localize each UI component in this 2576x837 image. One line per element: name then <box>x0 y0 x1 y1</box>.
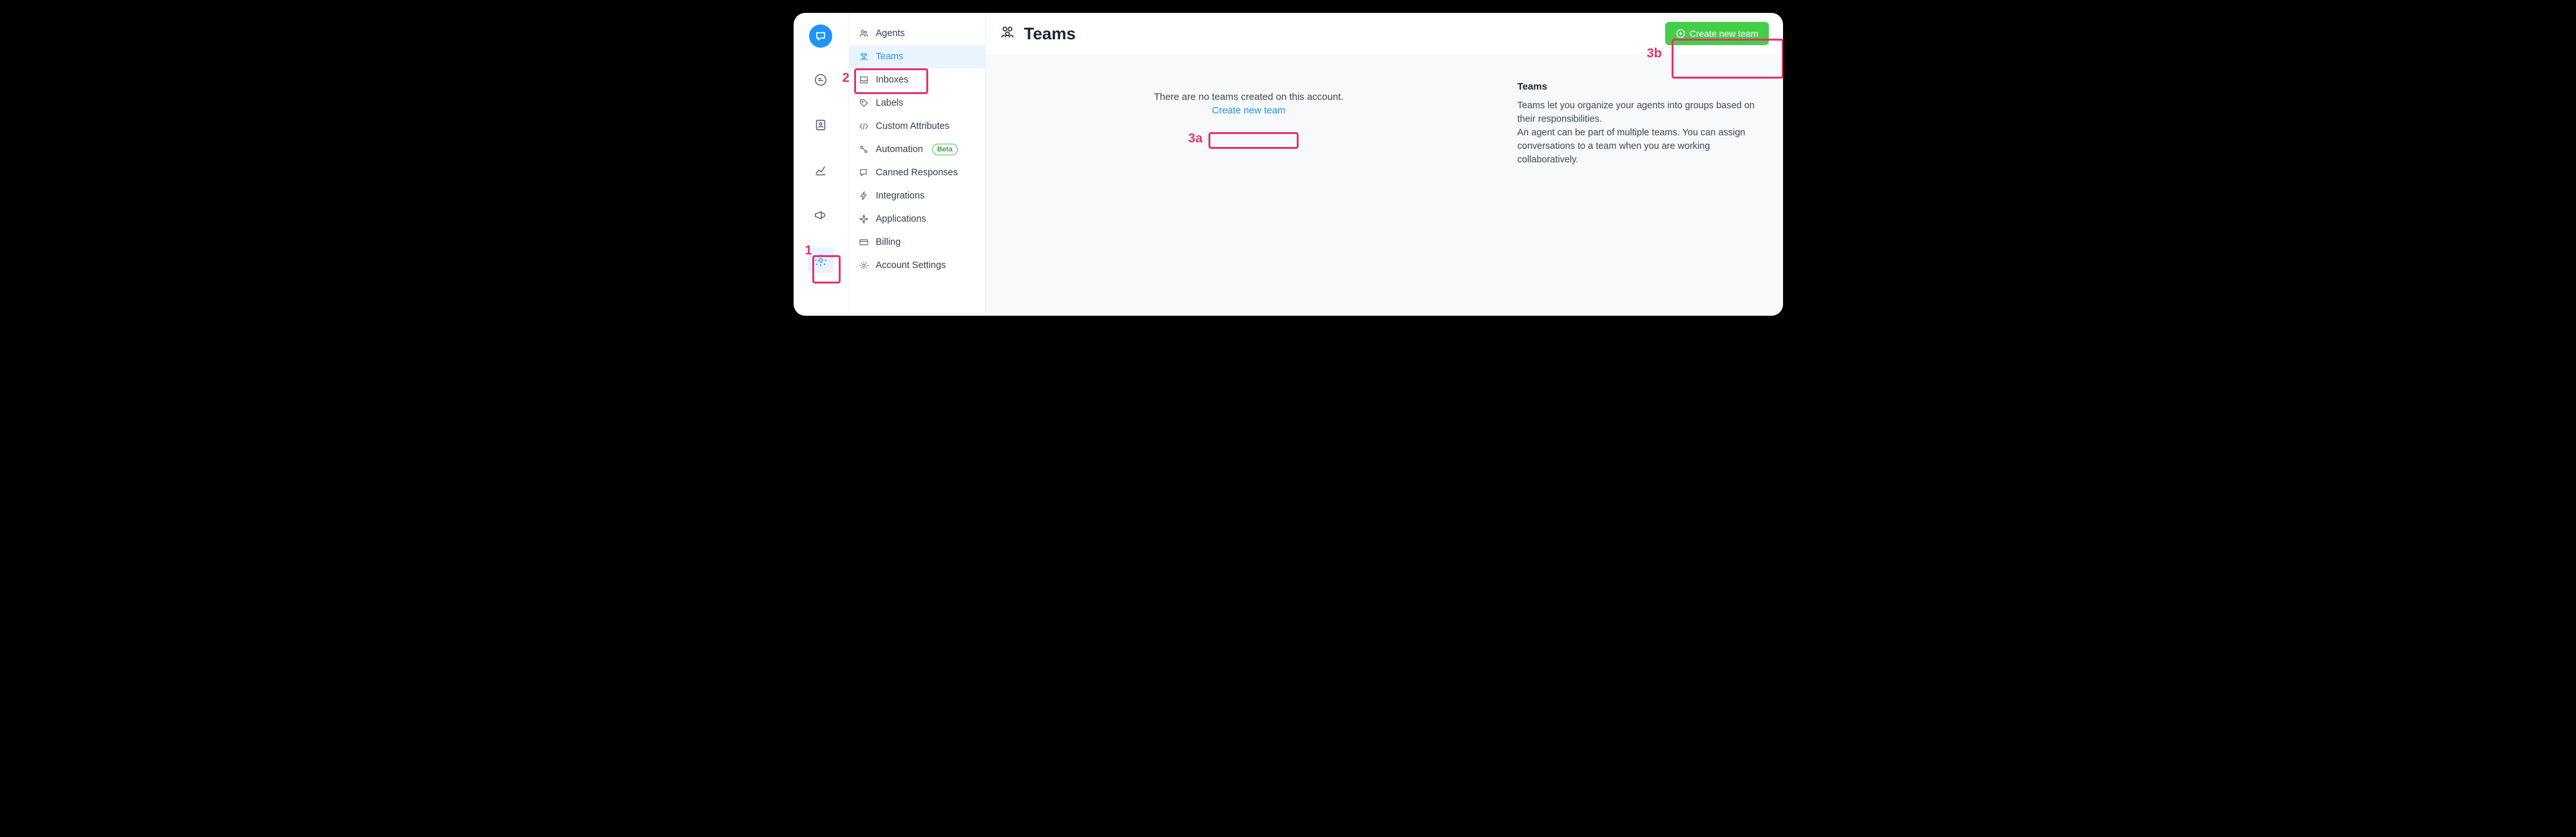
sidebar-item-label: Agents <box>876 28 905 39</box>
gear-icon <box>814 253 828 267</box>
beta-badge: Beta <box>932 144 958 155</box>
sidebar-item-label: Labels <box>876 98 904 108</box>
sidebar-item-inboxes[interactable]: Inboxes <box>849 68 985 91</box>
contact-book-icon <box>814 118 828 132</box>
bolt-icon <box>858 190 870 202</box>
sidebar-item-applications[interactable]: Applications <box>849 207 985 231</box>
empty-state-text: There are no teams created on this accou… <box>998 91 1500 102</box>
create-new-team-button[interactable]: Create new team <box>1665 22 1769 45</box>
info-title: Teams <box>1518 80 1768 94</box>
sidebar-item-label: Billing <box>876 237 901 247</box>
sidebar-item-custom-attributes[interactable]: Custom Attributes <box>849 115 985 138</box>
gear-small-icon <box>858 260 870 271</box>
plus-circle-icon <box>1675 28 1686 39</box>
chat-bubble-icon <box>815 30 826 42</box>
speech-icon <box>814 73 828 87</box>
page-title: Teams <box>1024 24 1656 44</box>
empty-state: There are no teams created on this accou… <box>986 80 1512 316</box>
sidebar-item-teams[interactable]: Teams <box>849 45 985 68</box>
apps-icon <box>858 213 870 225</box>
app-logo[interactable] <box>809 24 832 48</box>
main-body: There are no teams created on this accou… <box>986 54 1783 316</box>
primary-nav-rail <box>794 13 849 316</box>
main-content: Teams Create new team There are no teams… <box>986 13 1783 316</box>
sidebar-item-label: Automation <box>876 144 923 155</box>
nav-contacts[interactable] <box>808 112 834 138</box>
create-new-team-link[interactable]: Create new team <box>1212 105 1285 116</box>
sidebar-item-label: Teams <box>876 52 904 62</box>
sidebar-item-automation[interactable]: Automation Beta <box>849 138 985 161</box>
sidebar-item-agents[interactable]: Agents <box>849 22 985 45</box>
sidebar-item-canned-responses[interactable]: Canned Responses <box>849 161 985 184</box>
nav-settings[interactable] <box>808 247 834 273</box>
code-icon <box>858 120 870 132</box>
info-line-2: An agent can be part of multiple teams. … <box>1518 126 1768 167</box>
settings-sidebar: Agents Teams Inboxes Labels Custom Attri… <box>849 13 986 316</box>
reports-icon <box>814 163 828 177</box>
page-header: Teams Create new team <box>986 13 1783 54</box>
card-icon <box>858 236 870 248</box>
sidebar-item-label: Account Settings <box>876 260 946 271</box>
sidebar-item-billing[interactable]: Billing <box>849 231 985 254</box>
app-frame: Agents Teams Inboxes Labels Custom Attri… <box>794 13 1783 316</box>
nav-campaigns[interactable] <box>808 202 834 228</box>
people-icon <box>858 28 870 39</box>
sidebar-item-labels[interactable]: Labels <box>849 91 985 115</box>
sidebar-item-integrations[interactable]: Integrations <box>849 184 985 207</box>
teams-icon <box>858 51 870 63</box>
create-button-label: Create new team <box>1690 28 1759 39</box>
canned-icon <box>858 167 870 178</box>
teams-header-icon <box>1000 24 1015 43</box>
nav-conversations[interactable] <box>808 67 834 93</box>
sidebar-item-label: Canned Responses <box>876 168 958 178</box>
sidebar-item-label: Custom Attributes <box>876 121 949 131</box>
megaphone-icon <box>814 208 828 222</box>
sidebar-item-account-settings[interactable]: Account Settings <box>849 254 985 277</box>
tag-icon <box>858 97 870 109</box>
sidebar-item-label: Inboxes <box>876 75 909 85</box>
sidebar-item-label: Applications <box>876 214 926 224</box>
inbox-icon <box>858 74 870 86</box>
nav-reports[interactable] <box>808 157 834 183</box>
info-line-1: Teams let you organize your agents into … <box>1518 99 1768 126</box>
info-panel: Teams Teams let you organize your agents… <box>1512 80 1783 316</box>
sidebar-item-label: Integrations <box>876 191 925 201</box>
automation-icon <box>858 144 870 155</box>
